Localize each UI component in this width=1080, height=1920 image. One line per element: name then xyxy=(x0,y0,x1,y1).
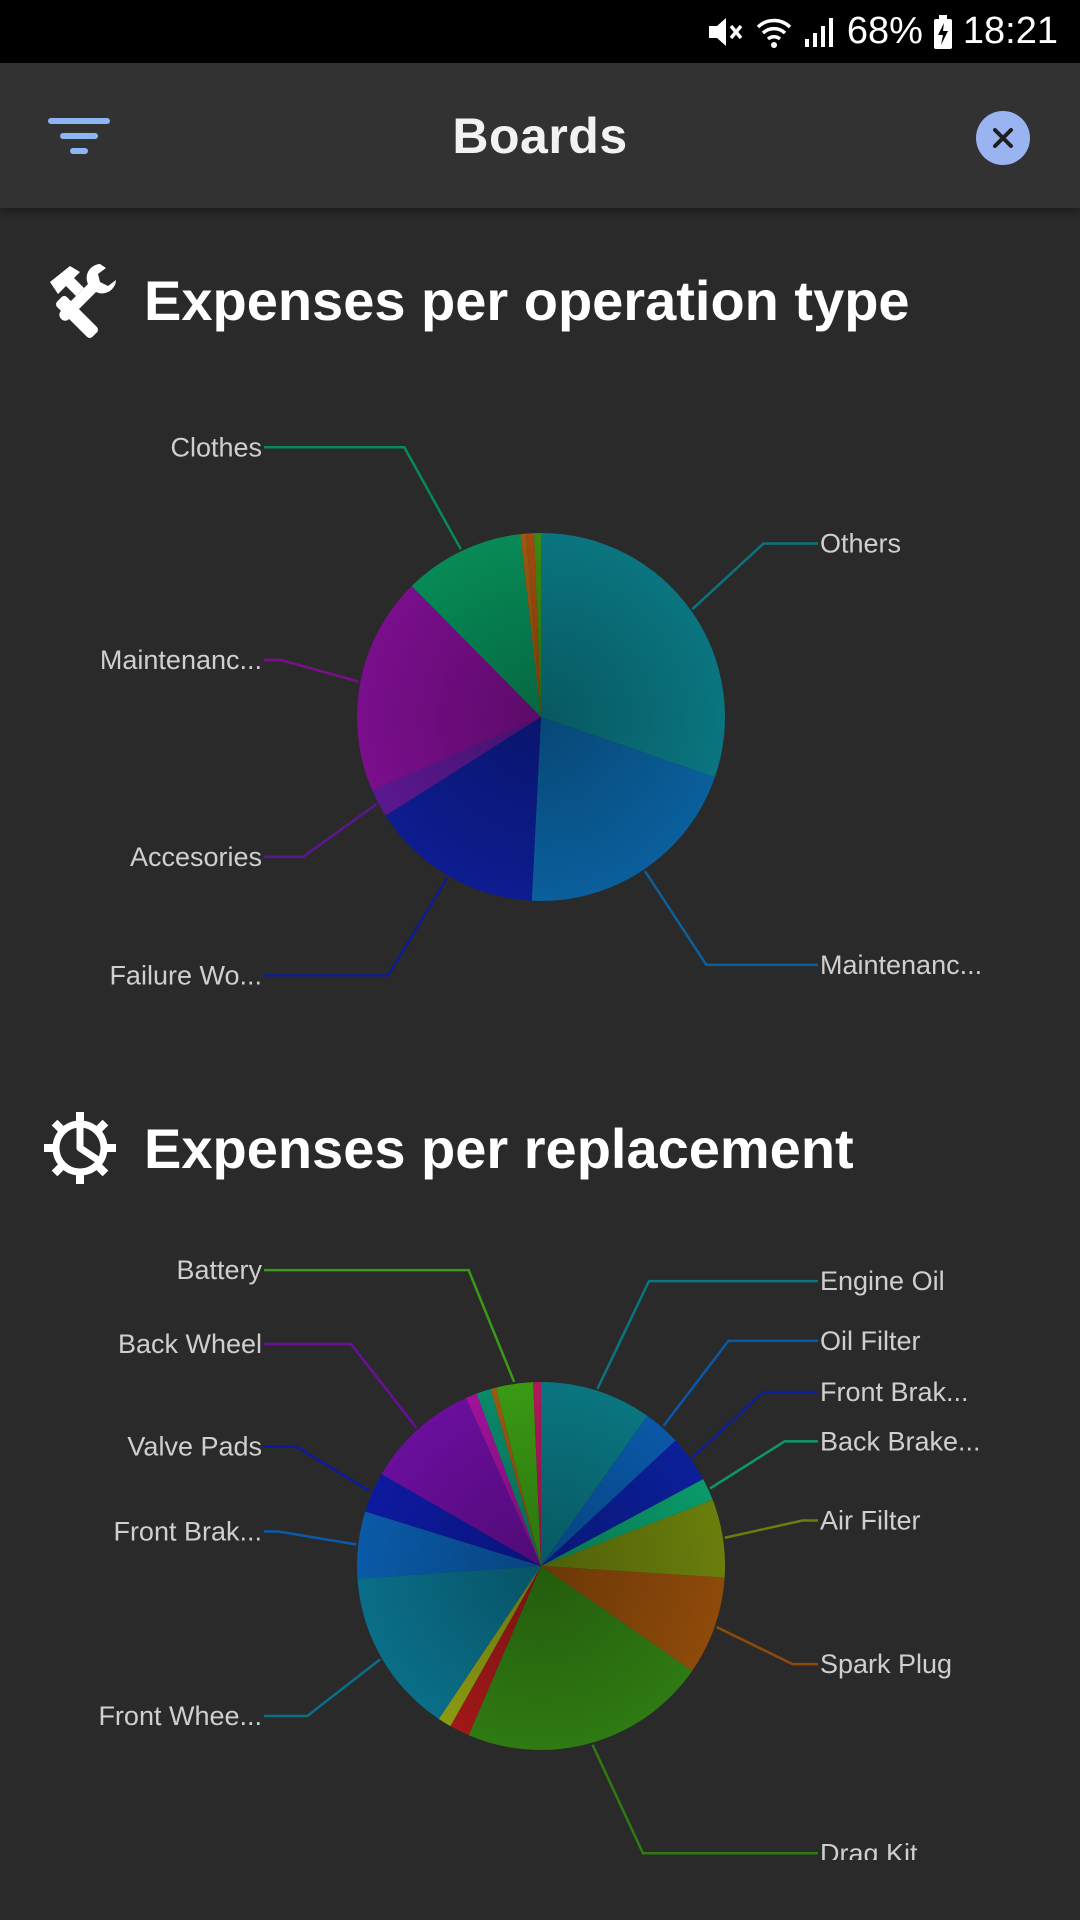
battery-percent: 68% xyxy=(846,10,923,52)
app-bar: Boards xyxy=(0,63,1080,208)
slice-label-clothes: Clothes xyxy=(170,432,262,462)
leader-line-maintenanc xyxy=(644,870,818,967)
leader-line-front-whee xyxy=(264,1658,381,1718)
leader-line-accesories xyxy=(264,803,378,859)
slice-label-battery: Battery xyxy=(176,1255,262,1285)
slice-label-valve-pads: Valve Pads xyxy=(127,1431,262,1461)
clock: 18:21 xyxy=(962,10,1058,52)
slice-label-oil-filter: Oil Filter xyxy=(820,1326,921,1356)
chart-expenses-per-operation-type: Others Maintenanc... Clothes Maintenanc... A… xyxy=(100,432,982,990)
close-icon xyxy=(993,128,1013,148)
wifi-icon xyxy=(756,18,792,48)
leader-line-clothes xyxy=(264,446,462,550)
slice-label-front-brak: Front Brak... xyxy=(113,1517,262,1547)
slice-label-front-whee: Front Whee... xyxy=(98,1701,262,1731)
signal-icon xyxy=(804,17,833,47)
section-title-operation-type: Expenses per operation type xyxy=(144,268,910,332)
leader-line-front-brak xyxy=(691,1390,818,1459)
battery-charging-icon xyxy=(933,14,952,49)
leader-line-engine-oil xyxy=(596,1279,818,1390)
leader-line-front-brak xyxy=(264,1530,357,1546)
slice-label-spark-plug: Spark Plug xyxy=(820,1649,952,1679)
leader-line-drag-kit xyxy=(591,1744,818,1855)
section-title-replacement: Expenses per replacement xyxy=(144,1116,854,1180)
leader-line-spark-plug xyxy=(716,1625,818,1666)
slice-label-air-filter: Air Filter xyxy=(820,1506,921,1536)
slice-label-back-brake: Back Brake... xyxy=(820,1426,981,1456)
tools-icon xyxy=(40,260,120,340)
leader-line-back-brake xyxy=(709,1440,818,1490)
gear-icon xyxy=(40,1108,120,1188)
leader-line-air-filter xyxy=(724,1519,818,1539)
slice-label-drag-kit: Drag Kit xyxy=(820,1838,918,1860)
slice-label-others: Others xyxy=(820,529,901,559)
slice-label-accesories: Accesories xyxy=(130,842,262,872)
page-title: Boards xyxy=(452,108,628,164)
leader-line-back-wheel xyxy=(264,1342,418,1429)
leader-line-failure-wo xyxy=(264,877,449,977)
slice-label-back-wheel: Back Wheel xyxy=(118,1329,262,1359)
slice-label-maintenanc: Maintenanc... xyxy=(820,950,982,980)
slice-label-maintenanc: Maintenanc... xyxy=(100,645,262,675)
section-header-replacement: Expenses per replacement xyxy=(40,1108,854,1188)
mute-icon xyxy=(708,17,743,46)
slice-label-engine-oil: Engine Oil xyxy=(820,1266,945,1296)
leader-line-battery xyxy=(264,1268,516,1383)
close-button[interactable] xyxy=(976,111,1030,165)
chart-expenses-per-replacement: Engine Oil Oil Filter Front Brak... Back Br… xyxy=(98,1255,981,1860)
status-bar: 68% 18:21 xyxy=(0,0,1080,63)
slice-label-failure-wo: Failure Wo... xyxy=(109,960,262,990)
leader-line-maintenanc xyxy=(264,658,359,683)
leader-line-valve-pads xyxy=(264,1445,372,1493)
section-header-operation-type: Expenses per operation type xyxy=(40,260,910,340)
leader-line-others xyxy=(691,542,818,611)
status-icons: 68% 18:21 xyxy=(705,0,1058,63)
slice-label-front-brak: Front Brak... xyxy=(820,1377,969,1407)
